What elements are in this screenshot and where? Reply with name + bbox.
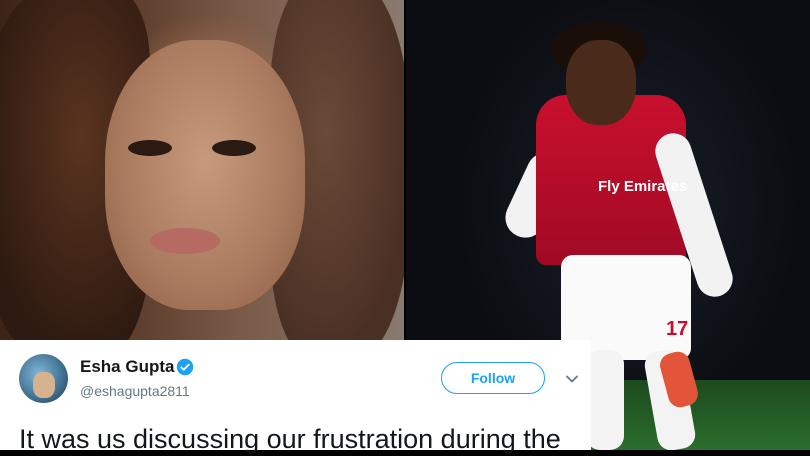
photo-leg-left [586,350,624,450]
photo-eye-left [128,140,172,156]
photo-eye-right [212,140,256,156]
shorts-number: 17 [666,318,689,340]
embedded-tweet: Esha Gupta @eshagupta2811 Follow It was … [0,340,591,454]
photo-lips [150,228,220,254]
photo-face [105,40,305,310]
jersey-sponsor: Fly Emirates [598,178,688,195]
author-handle[interactable]: @eshagupta2811 [80,383,190,399]
chevron-down-icon[interactable] [565,372,579,386]
photo-head [566,40,636,125]
tweet-text: It was us discussing our frustration dur… [19,424,561,454]
verified-badge-icon [176,358,194,376]
author-name[interactable]: Esha Gupta [80,357,174,377]
woman-portrait-photo [0,0,404,340]
avatar[interactable] [19,354,68,403]
follow-button[interactable]: Follow [441,362,545,394]
